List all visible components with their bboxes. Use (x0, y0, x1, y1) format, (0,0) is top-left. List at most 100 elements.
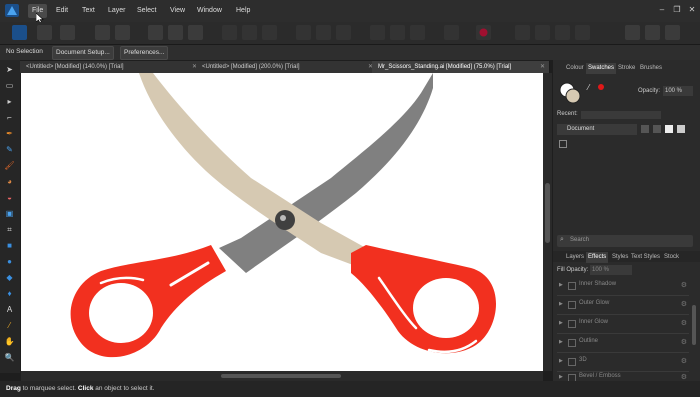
text-tool-icon[interactable]: A (4, 304, 15, 315)
effect-bevel-emboss[interactable]: ▶ Bevel / Emboss ⚙ (557, 371, 689, 382)
close-tab-icon[interactable]: ✕ (540, 61, 545, 73)
assistant-icon[interactable] (115, 25, 130, 40)
canvas[interactable] (21, 73, 543, 371)
effect-inner-glow[interactable]: ▶ Inner Glow ⚙ (557, 314, 689, 334)
artboard-tool-icon[interactable]: ▭ (4, 80, 15, 91)
corner-tool-icon[interactable]: ⌐ (4, 112, 15, 123)
tab-colour[interactable]: Colour (564, 63, 586, 74)
document-icon[interactable] (95, 25, 110, 40)
tab-swatches[interactable]: Swatches (586, 63, 617, 74)
selection-label: No Selection (6, 48, 43, 55)
rotate-icon[interactable] (296, 25, 311, 40)
menu-view[interactable]: View (166, 4, 189, 18)
crop-tool-icon[interactable]: ⌗ (4, 224, 15, 235)
user-icon-3[interactable] (665, 25, 680, 40)
menu-help[interactable]: Help (232, 4, 254, 18)
teardrop-tool-icon[interactable]: ♦ (4, 288, 15, 299)
hand-tool-icon[interactable]: ✋ (4, 336, 15, 347)
fill-stroke-swatch[interactable] (559, 82, 581, 104)
tab-stroke[interactable]: Stroke (616, 63, 637, 74)
move-tool-icon[interactable]: ➤ (4, 64, 15, 75)
grid-icon[interactable] (535, 25, 550, 40)
transparency-tool-icon[interactable]: ◒ (4, 192, 15, 203)
scissors-artwork[interactable] (21, 73, 543, 371)
swatch-none-icon[interactable] (559, 140, 567, 148)
tab-document-3[interactable]: Mr_Scissors_Standing.ai [Modified] (75.0… (372, 61, 550, 73)
user-icon-1[interactable] (625, 25, 640, 40)
node-tool-icon[interactable]: ▸ (4, 96, 15, 107)
horizontal-scrollbar[interactable] (21, 371, 543, 381)
tab-document-2[interactable]: <Untitled> [Modified] (200.0%) [Trial] ✕ (196, 61, 378, 73)
transform-icon[interactable] (168, 25, 183, 40)
bool-intersect-icon[interactable] (410, 25, 425, 40)
brush-tool-icon[interactable]: 🖌 (4, 160, 15, 171)
gear-icon[interactable]: ⚙ (681, 338, 687, 346)
gear-icon[interactable]: ⚙ (681, 319, 687, 327)
designer-persona-icon[interactable] (12, 25, 27, 40)
tab-layers[interactable]: Layers (564, 252, 586, 263)
pen-tool-icon[interactable]: ✒ (4, 128, 15, 139)
place-image-icon[interactable]: ▣ (4, 208, 15, 219)
menu-select[interactable]: Select (133, 4, 160, 18)
gear-icon[interactable]: ⚙ (681, 373, 687, 381)
snapping-options-icon[interactable] (515, 25, 530, 40)
gear-icon[interactable]: ⚙ (681, 300, 687, 308)
vertical-scroll-thumb[interactable] (545, 183, 550, 243)
menu-text[interactable]: Text (78, 4, 99, 18)
vertical-scrollbar[interactable] (543, 73, 552, 371)
snapping-icon[interactable] (148, 25, 163, 40)
eyedropper-tool-icon[interactable]: ⁄ (4, 320, 15, 331)
tab-stock[interactable]: Stock (662, 252, 681, 263)
palette-select[interactable]: Document (557, 124, 637, 135)
guides-icon[interactable] (555, 25, 570, 40)
pencil-tool-icon[interactable]: ✎ (4, 144, 15, 155)
menu-edit[interactable]: Edit (52, 4, 72, 18)
tab-effects[interactable]: Effects (586, 252, 609, 263)
tab-styles[interactable]: Styles (610, 252, 630, 263)
colour-fill-icon[interactable] (476, 25, 491, 40)
export-persona-icon[interactable] (60, 25, 75, 40)
horizontal-scroll-thumb[interactable] (221, 374, 341, 378)
fill-tool-icon[interactable]: ◕ (4, 176, 15, 187)
effect-outline[interactable]: ▶ Outline ⚙ (557, 333, 689, 353)
menu-window[interactable]: Window (193, 4, 226, 18)
group-icon[interactable] (336, 25, 351, 40)
effect-outer-glow[interactable]: ▶ Outer Glow ⚙ (557, 295, 689, 315)
geometry-icon[interactable] (444, 25, 459, 40)
effect-inner-shadow[interactable]: ▶ Inner Shadow ⚙ (557, 276, 689, 296)
insert-icon[interactable] (222, 25, 237, 40)
pixel-persona-icon[interactable] (37, 25, 52, 40)
rectangle-tool-icon[interactable]: ■ (4, 240, 15, 251)
tab-text-styles[interactable]: Text Styles (629, 252, 662, 263)
search-field[interactable]: ⌕ Search (557, 235, 693, 247)
flip-icon[interactable] (262, 25, 277, 40)
swatch-options-icons[interactable] (641, 124, 691, 134)
minimize-icon[interactable]: – (656, 4, 668, 16)
view-mode-icon[interactable] (575, 25, 590, 40)
zoom-tool-icon[interactable]: 🔍 (4, 352, 15, 363)
arrange-icon[interactable] (316, 25, 331, 40)
user-icon-2[interactable] (645, 25, 660, 40)
close-icon[interactable]: ✕ (686, 4, 698, 16)
shape-tool-icon[interactable]: ◆ (4, 272, 15, 283)
restore-icon[interactable]: ❐ (671, 4, 683, 16)
eyedropper-icon[interactable]: ⁄ (588, 83, 589, 92)
colour-dot-icon[interactable] (598, 84, 604, 90)
tab-brushes[interactable]: Brushes (638, 63, 664, 74)
recent-swatches[interactable] (581, 111, 661, 119)
bool-subtract-icon[interactable] (390, 25, 405, 40)
document-setup-button[interactable]: Document Setup... (52, 46, 114, 60)
align-icon[interactable] (242, 25, 257, 40)
menu-layer[interactable]: Layer (104, 4, 130, 18)
preferences-button[interactable]: Preferences... (120, 46, 169, 60)
order-icon[interactable] (188, 25, 203, 40)
gear-icon[interactable]: ⚙ (681, 281, 687, 289)
gear-icon[interactable]: ⚙ (681, 357, 687, 365)
ellipse-tool-icon[interactable]: ● (4, 256, 15, 267)
tab-document-1[interactable]: <Untitled> [Modified] (140.0%) [Trial] ✕ (20, 61, 202, 73)
bool-add-icon[interactable] (370, 25, 385, 40)
effect-3d[interactable]: ▶ 3D ⚙ (557, 352, 689, 372)
opacity-field[interactable]: 100 % (663, 86, 693, 96)
effects-scroll-thumb[interactable] (692, 305, 696, 345)
fill-opacity-field[interactable]: 100 % (590, 265, 632, 275)
